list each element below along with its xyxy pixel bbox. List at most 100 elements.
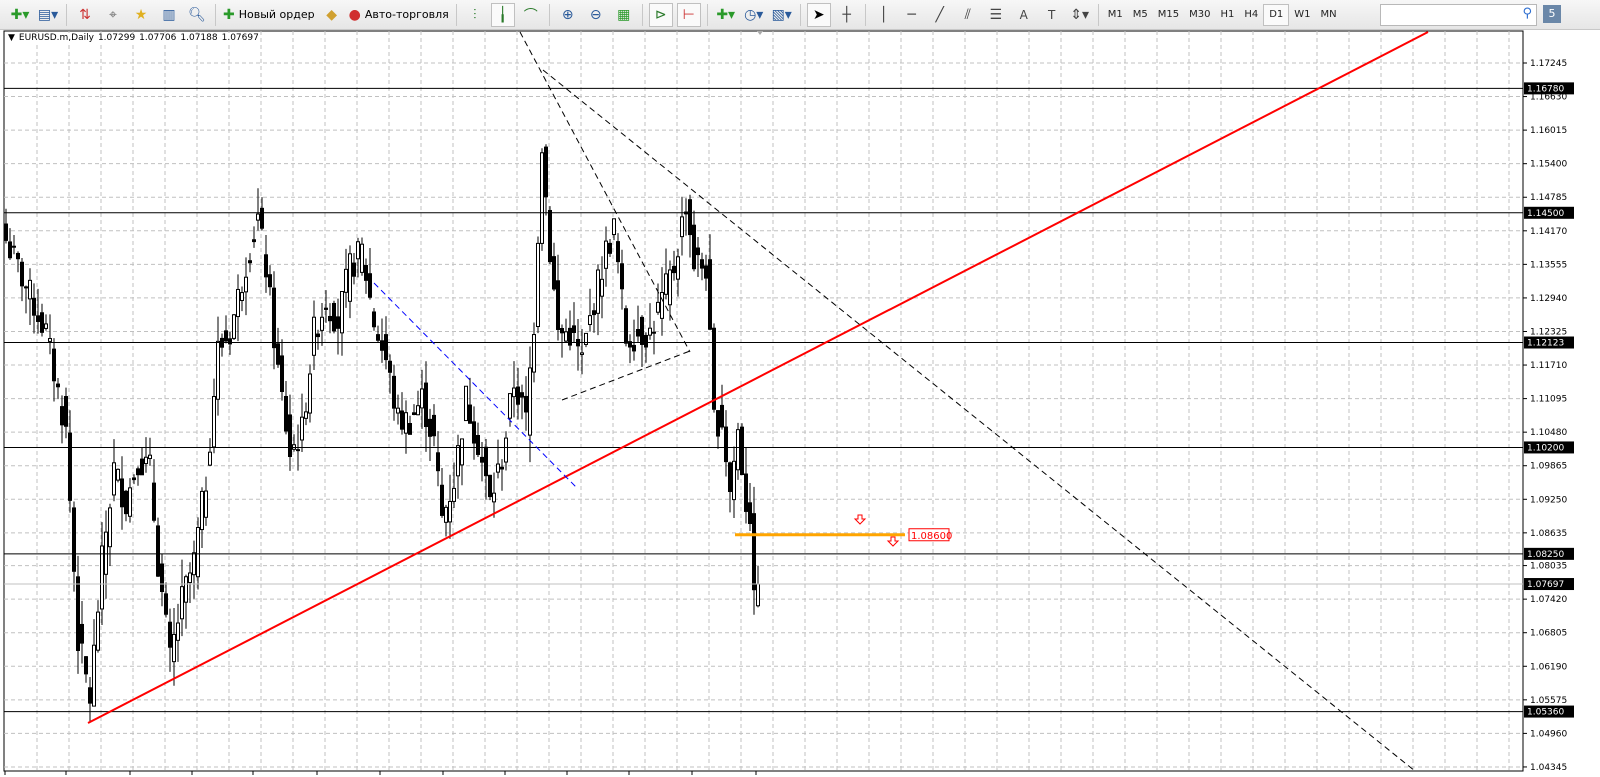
candle-body <box>480 456 484 463</box>
candle-body <box>632 344 636 352</box>
candle-body <box>40 312 44 333</box>
candle-body <box>656 301 660 313</box>
candle-body <box>592 310 596 316</box>
candle-body <box>640 316 644 345</box>
candle-body <box>464 385 468 422</box>
candle-body <box>240 292 244 301</box>
candle-body <box>180 586 184 620</box>
candle-body <box>328 315 332 322</box>
candle-body <box>436 452 440 472</box>
candle-body <box>652 331 656 334</box>
candle-body <box>460 438 464 466</box>
candle-body <box>516 386 520 405</box>
candle-body <box>704 265 708 279</box>
candle-body <box>428 418 432 437</box>
candle-body <box>324 307 328 310</box>
candle-body <box>612 218 616 236</box>
candle-body <box>260 207 264 229</box>
candle-body <box>472 421 476 444</box>
candle-body <box>728 462 732 493</box>
candle-body <box>724 426 728 463</box>
candle-body <box>688 199 692 236</box>
candle-body <box>136 468 140 476</box>
candle-body <box>128 487 132 517</box>
candle-body <box>272 287 276 349</box>
candle <box>332 300 336 334</box>
candle-body <box>344 268 348 293</box>
candle-body <box>732 460 736 501</box>
candle-body <box>304 411 308 419</box>
candle-body <box>288 414 292 457</box>
candle-body <box>148 454 152 460</box>
candle-body <box>608 242 612 254</box>
price-tick-label: 1.14170 <box>1530 227 1567 237</box>
level-price-label: 1.08250 <box>1527 550 1564 560</box>
candle-body <box>508 393 512 419</box>
candle-body <box>140 458 144 476</box>
level-price-label: 1.10200 <box>1527 443 1564 453</box>
candle-body <box>120 478 124 508</box>
low-value: 1.07188 <box>180 33 218 43</box>
candle-body <box>644 334 648 348</box>
candle-body <box>580 352 584 355</box>
candle-body <box>348 253 352 302</box>
candle-body <box>744 473 748 512</box>
price-chart[interactable]: 1.172451.166301.160151.154001.147851.141… <box>0 0 1600 777</box>
candle-body <box>56 383 60 388</box>
candle-body <box>296 449 300 452</box>
candle-body <box>16 252 20 260</box>
candle-body <box>32 297 36 316</box>
candle-body <box>36 315 40 322</box>
candle-body <box>196 526 200 578</box>
candle-body <box>496 463 500 473</box>
candle-body <box>104 531 108 575</box>
candle-body <box>52 348 56 382</box>
price-tick-label: 1.04345 <box>1530 763 1567 773</box>
candle <box>536 236 540 334</box>
candle-body <box>528 367 532 436</box>
candle-body <box>488 474 492 498</box>
candle-body <box>416 405 420 416</box>
level-price-label: 1.12123 <box>1527 339 1564 349</box>
candle-body <box>84 656 88 675</box>
candle-body <box>236 288 240 318</box>
candle-body <box>8 241 12 259</box>
candle <box>232 314 236 341</box>
candle-body <box>12 245 16 248</box>
candle-body <box>572 325 576 333</box>
price-tick-label: 1.04960 <box>1530 729 1567 739</box>
candle-body <box>4 223 8 241</box>
candle <box>116 468 120 483</box>
price-tick-label: 1.08635 <box>1530 529 1567 539</box>
chart-header: ▼ EURUSD.m,Daily 1.07299 1.07706 1.07188… <box>8 33 259 43</box>
candle-body <box>28 279 32 300</box>
candle-body <box>708 259 712 330</box>
candle-body <box>24 286 28 289</box>
candle-body <box>396 407 400 414</box>
candle-body <box>672 265 676 274</box>
candle-body <box>48 338 52 342</box>
price-tick-label: 1.15400 <box>1530 160 1567 170</box>
candle-body <box>392 375 396 409</box>
candle-body <box>216 340 220 400</box>
candle <box>464 385 468 422</box>
candle-body <box>504 437 508 463</box>
candle-body <box>276 343 280 365</box>
candle <box>740 423 744 476</box>
price-tick-label: 1.06805 <box>1530 629 1567 639</box>
price-tick-label: 1.06190 <box>1530 662 1567 672</box>
collapse-triangle-icon[interactable]: ▼ <box>8 33 15 43</box>
candle-body <box>68 432 72 501</box>
candle-body <box>176 622 180 641</box>
candle-body <box>184 576 188 603</box>
candle-body <box>108 507 112 548</box>
candle-body <box>560 328 564 334</box>
candle-body <box>112 462 116 496</box>
candle <box>540 148 544 251</box>
price-tick-label: 1.12940 <box>1530 294 1567 304</box>
candle-body <box>444 506 448 523</box>
candle-body <box>212 396 216 448</box>
candle-body <box>668 269 672 306</box>
candle-body <box>20 261 24 287</box>
candle-body <box>664 273 668 295</box>
